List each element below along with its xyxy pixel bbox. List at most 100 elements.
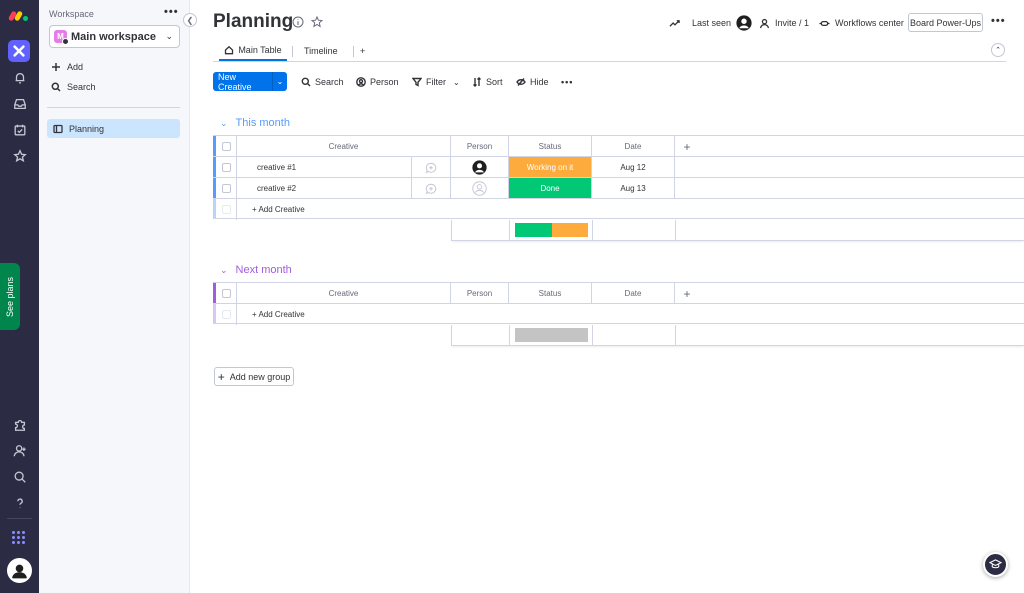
- plus-icon: [52, 63, 60, 71]
- select-all-checkbox[interactable]: [222, 142, 231, 151]
- my-work-icon[interactable]: [10, 120, 29, 139]
- invite-user-icon[interactable]: [10, 441, 29, 460]
- invite-button[interactable]: Invite / 1: [759, 14, 809, 32]
- see-plans-button[interactable]: See plans: [0, 263, 20, 330]
- bell-icon[interactable]: [10, 68, 29, 87]
- workflows-label: Workflows center: [835, 18, 904, 28]
- learning-center-button[interactable]: [983, 552, 1008, 577]
- updates-cell[interactable]: [412, 178, 451, 199]
- person-cell[interactable]: [451, 178, 509, 199]
- last-seen-label: Last seen: [692, 18, 732, 28]
- status-badge[interactable]: Working on it: [509, 157, 592, 178]
- row-checkbox[interactable]: [222, 184, 231, 193]
- updates-cell[interactable]: [412, 157, 451, 178]
- item-name[interactable]: creative #1: [237, 157, 412, 178]
- work-management-icon[interactable]: [8, 40, 30, 62]
- tab-main-table[interactable]: Main Table: [219, 41, 287, 61]
- view-tabs: Main Table Timeline +: [213, 41, 1006, 62]
- table-row[interactable]: creative #1 Working on it Aug 12: [213, 156, 1024, 178]
- add-view-button[interactable]: +: [360, 41, 365, 61]
- sidebar-item-planning[interactable]: Planning: [47, 119, 180, 138]
- row-checkbox[interactable]: [222, 163, 231, 172]
- chevron-down-icon[interactable]: ⌄: [453, 78, 460, 87]
- date-cell[interactable]: Aug 13: [592, 178, 675, 199]
- collapse-sidebar-button[interactable]: ❮: [183, 13, 197, 27]
- column-header-date[interactable]: Date: [592, 136, 675, 157]
- star-icon[interactable]: [10, 146, 29, 165]
- help-icon[interactable]: [10, 493, 29, 512]
- person-filter-button[interactable]: Person: [356, 75, 399, 89]
- row-select-cell: [213, 157, 237, 178]
- select-all-cell: [213, 283, 237, 304]
- search-icon[interactable]: [10, 467, 29, 486]
- filter-button[interactable]: Filter ⌄: [412, 75, 460, 89]
- column-header-person[interactable]: Person: [451, 283, 509, 304]
- group-name[interactable]: This month: [236, 117, 290, 129]
- group-title[interactable]: ⌄ Next month: [220, 263, 292, 277]
- filter-icon: [412, 77, 422, 87]
- tab-divider: [292, 46, 293, 57]
- summary-person-cell: [452, 325, 510, 345]
- workspace-more-button[interactable]: •••: [164, 6, 179, 18]
- add-update-icon[interactable]: [425, 183, 437, 195]
- add-update-icon[interactable]: [425, 162, 437, 174]
- board-menu-button[interactable]: •••: [991, 15, 1006, 27]
- last-seen-button[interactable]: Last seen: [692, 14, 752, 32]
- chevron-up-icon: ⌃: [995, 47, 1001, 54]
- toolbar-more-button[interactable]: •••: [561, 75, 573, 89]
- status-summary-bar: [515, 328, 588, 342]
- row-checkbox: [222, 205, 231, 214]
- group-name[interactable]: Next month: [236, 264, 292, 276]
- puzzle-icon[interactable]: [10, 415, 29, 434]
- add-item-input[interactable]: + Add Creative: [237, 199, 1024, 220]
- tab-timeline[interactable]: Timeline: [304, 41, 338, 61]
- group-title[interactable]: ⌄ This month: [220, 116, 290, 130]
- column-header-date[interactable]: Date: [592, 283, 675, 304]
- favorite-star-icon[interactable]: [311, 16, 323, 28]
- empty-cell: [675, 178, 1024, 199]
- column-header-creative[interactable]: Creative: [237, 136, 451, 157]
- status-badge[interactable]: Done: [509, 178, 592, 199]
- new-item-button[interactable]: New Creative ⌄: [213, 72, 287, 92]
- person-cell[interactable]: [451, 157, 509, 178]
- summary-status-cell[interactable]: [510, 220, 593, 240]
- item-name[interactable]: creative #2: [237, 178, 412, 199]
- board-power-ups-button[interactable]: Board Power-Ups: [908, 13, 983, 32]
- add-new-group-button[interactable]: + Add new group: [214, 367, 294, 386]
- avatar[interactable]: [7, 558, 32, 583]
- activity-button[interactable]: [669, 14, 685, 32]
- sort-button[interactable]: Sort: [472, 75, 503, 89]
- workspace-select[interactable]: M Main workspace ⌄: [49, 25, 180, 48]
- column-header-status[interactable]: Status: [509, 283, 592, 304]
- sidebar-search-button[interactable]: Search: [51, 79, 96, 95]
- select-all-checkbox[interactable]: [222, 289, 231, 298]
- page-title[interactable]: Planning: [213, 11, 293, 33]
- hide-button[interactable]: Hide: [516, 75, 549, 89]
- monday-logo[interactable]: [7, 8, 30, 22]
- add-item-input[interactable]: + Add Creative: [237, 304, 1024, 325]
- collapse-header-button[interactable]: ⌃: [991, 43, 1005, 57]
- table-row[interactable]: creative #2 Done Aug 13: [213, 177, 1024, 199]
- column-header-creative[interactable]: Creative: [237, 283, 451, 304]
- add-column-button[interactable]: +: [675, 136, 699, 157]
- table-header-row: Creative Person Status Date +: [213, 282, 1024, 304]
- workspace-name: Main workspace: [71, 30, 156, 43]
- chevron-down-icon[interactable]: ⌄: [220, 265, 228, 276]
- workflows-center-button[interactable]: Workflows center: [819, 14, 904, 32]
- apps-grid-icon[interactable]: [12, 531, 26, 545]
- summary-status-cell[interactable]: [510, 325, 593, 345]
- column-header-status[interactable]: Status: [509, 136, 592, 157]
- board-icon: [53, 124, 63, 133]
- info-icon[interactable]: [292, 16, 304, 28]
- add-column-button[interactable]: +: [675, 283, 699, 304]
- chevron-left-icon: ❮: [186, 15, 194, 25]
- add-group-label: Add new group: [229, 371, 291, 382]
- column-header-person[interactable]: Person: [451, 136, 509, 157]
- row-select-cell: [213, 304, 237, 325]
- chevron-down-icon[interactable]: ⌄: [272, 72, 287, 91]
- date-cell[interactable]: Aug 12: [592, 157, 675, 178]
- search-button[interactable]: Search: [301, 75, 344, 89]
- chevron-down-icon[interactable]: ⌄: [220, 118, 228, 129]
- inbox-icon[interactable]: [10, 94, 29, 113]
- sidebar-add-button[interactable]: Add: [51, 59, 83, 75]
